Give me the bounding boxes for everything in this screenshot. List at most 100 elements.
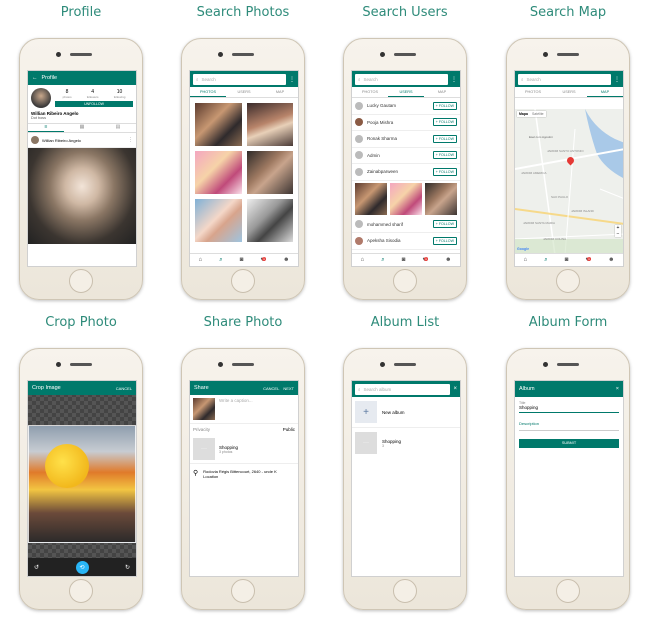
tab-photos[interactable]: PHOTOS	[190, 87, 226, 97]
album-view-icon[interactable]: ▤	[100, 124, 136, 132]
app-bar: ← Profile	[28, 71, 136, 85]
home-button[interactable]	[556, 579, 580, 603]
home-icon[interactable]: ⌂	[524, 257, 528, 263]
grid-view-icon[interactable]: ▦	[64, 124, 100, 132]
search-input[interactable]: ⌕ Search	[193, 73, 286, 85]
photo-thumb[interactable]	[425, 182, 457, 215]
search-input[interactable]: ⌕ Search	[355, 73, 448, 85]
photo-thumb[interactable]	[355, 182, 387, 215]
camera	[56, 52, 61, 57]
tab-map[interactable]: MAP	[587, 87, 623, 97]
album-count: 3 photos	[219, 449, 233, 454]
camera-icon[interactable]: ◙	[240, 257, 244, 263]
screen-search-map: ⌕ Search ⋮ PHOTOS USERS MAP Mapa Satélite	[514, 70, 624, 267]
home-icon[interactable]: ⌂	[199, 257, 203, 263]
photo-thumb[interactable]	[195, 199, 242, 242]
home-button[interactable]	[69, 579, 93, 603]
screen-crop-photo: Crop Image CANCEL ↺ ⟲ ↻	[27, 380, 137, 577]
close-icon[interactable]: ×	[616, 386, 619, 392]
heart-icon[interactable]: ♥1	[260, 257, 266, 263]
back-arrow-icon[interactable]: ←	[32, 75, 38, 81]
search-nav-icon[interactable]: ⌕	[219, 257, 222, 264]
list-view-icon[interactable]: ≡	[28, 124, 64, 132]
home-icon[interactable]: ⌂	[361, 257, 365, 263]
home-button[interactable]	[69, 269, 93, 293]
map-view[interactable]: Mapa Satélite Esel com Agostini JARDIM S…	[515, 109, 623, 253]
tab-users[interactable]: USERS	[226, 87, 262, 97]
user-row[interactable]: Apeksha Sisodia + FOLLOW	[352, 233, 460, 250]
map-type-satellite[interactable]: Satélite	[530, 111, 546, 117]
rotate-left-icon[interactable]: ↺	[34, 564, 39, 571]
search-input[interactable]: ⌕ Search	[518, 73, 611, 85]
user-row[interactable]: Ronak Sharma + FOLLOW	[352, 131, 460, 148]
user-row[interactable]: Admin + FOLLOW	[352, 148, 460, 164]
more-vert-icon[interactable]: ⋮	[289, 76, 295, 83]
title-input[interactable]: Shopping	[519, 405, 619, 413]
follow-button[interactable]: + FOLLOW	[432, 101, 457, 110]
new-album-row[interactable]: + New album	[352, 397, 460, 428]
photo-thumb[interactable]	[246, 151, 293, 194]
tab-users[interactable]: USERS	[551, 87, 587, 97]
photo-thumb[interactable]	[195, 151, 242, 194]
more-vert-icon[interactable]: ⋮	[614, 76, 620, 83]
tab-map[interactable]: MAP	[424, 87, 460, 97]
caption-input[interactable]: Write a caption...	[219, 398, 253, 420]
cancel-button[interactable]: CANCEL	[116, 386, 132, 391]
search-nav-icon[interactable]: ⌕	[381, 257, 384, 264]
album-name: Shopping	[219, 444, 239, 450]
more-vert-icon[interactable]: ⋮	[451, 76, 457, 83]
crop-confirm-button[interactable]: ⟲	[75, 560, 89, 574]
heart-icon[interactable]: ♥1	[585, 257, 591, 263]
user-row[interactable]: Zainabparween + FOLLOW	[352, 164, 460, 181]
tab-map[interactable]: MAP	[262, 87, 298, 97]
photo-thumb[interactable]	[246, 199, 293, 242]
camera-icon[interactable]: ◙	[565, 257, 569, 263]
photo-thumb[interactable]	[390, 182, 422, 215]
user-row[interactable]: mohammed sharif + FOLLOW	[352, 217, 460, 233]
follow-button[interactable]: + FOLLOW	[432, 134, 457, 143]
user-row[interactable]: Pooja Mishra + FOLLOW	[352, 115, 460, 131]
next-button[interactable]: NEXT	[283, 386, 294, 391]
tab-photos[interactable]: PHOTOS	[352, 87, 388, 97]
album-search-input[interactable]: ⌕ Search album	[355, 383, 451, 395]
home-button[interactable]	[393, 269, 417, 293]
profile-bio: Dot boss	[31, 116, 46, 120]
home-button[interactable]	[231, 579, 255, 603]
post-image[interactable]	[28, 148, 136, 244]
unfollow-button[interactable]: UNFOLLOW	[55, 101, 133, 107]
tab-photos[interactable]: PHOTOS	[515, 87, 551, 97]
person-icon[interactable]: ☻	[445, 257, 451, 263]
description-input[interactable]: Description	[519, 421, 619, 431]
album-row[interactable]: ··· Shopping 3 photos	[190, 435, 298, 464]
follow-button[interactable]: + FOLLOW	[432, 167, 457, 176]
photo-thumb[interactable]	[246, 103, 293, 146]
more-vert-icon[interactable]: ⋮	[128, 137, 133, 143]
album-row[interactable]: ··· Shopping 3	[352, 428, 460, 458]
user-row[interactable]: Lucky Gautam + FOLLOW	[352, 98, 460, 115]
privacy-select[interactable]: Public	[283, 427, 295, 432]
person-icon[interactable]: ☻	[283, 257, 289, 263]
camera-icon[interactable]: ◙	[402, 257, 406, 263]
location-row[interactable]: ⚲ Rodovia Régis Bittencourt, 2640 - unde…	[190, 464, 298, 484]
search-nav-icon[interactable]: ⌕	[544, 257, 547, 264]
crop-area[interactable]	[28, 425, 136, 543]
home-button[interactable]	[556, 269, 580, 293]
photo-thumb[interactable]	[195, 103, 242, 146]
cancel-button[interactable]: CANCEL	[263, 386, 279, 391]
close-icon[interactable]: ×	[453, 386, 457, 392]
follow-button[interactable]: + FOLLOW	[432, 220, 457, 229]
home-button[interactable]	[393, 579, 417, 603]
heart-icon[interactable]: ♥1	[422, 257, 428, 263]
map-type-map[interactable]: Mapa	[517, 111, 530, 117]
person-icon[interactable]: ☻	[608, 257, 614, 263]
tab-users[interactable]: USERS	[388, 87, 424, 97]
screen-profile: ← Profile 8 photos 4 followers 10 following…	[27, 70, 137, 267]
follow-button[interactable]: + FOLLOW	[432, 151, 457, 160]
zoom-out-icon[interactable]: −	[615, 231, 621, 237]
follow-button[interactable]: + FOLLOW	[432, 236, 457, 245]
caption-search-photos: Search Photos	[196, 5, 290, 20]
submit-button[interactable]: SUBMIT	[519, 439, 619, 448]
rotate-right-icon[interactable]: ↻	[125, 564, 130, 571]
follow-button[interactable]: + FOLLOW	[432, 118, 457, 127]
home-button[interactable]	[231, 269, 255, 293]
